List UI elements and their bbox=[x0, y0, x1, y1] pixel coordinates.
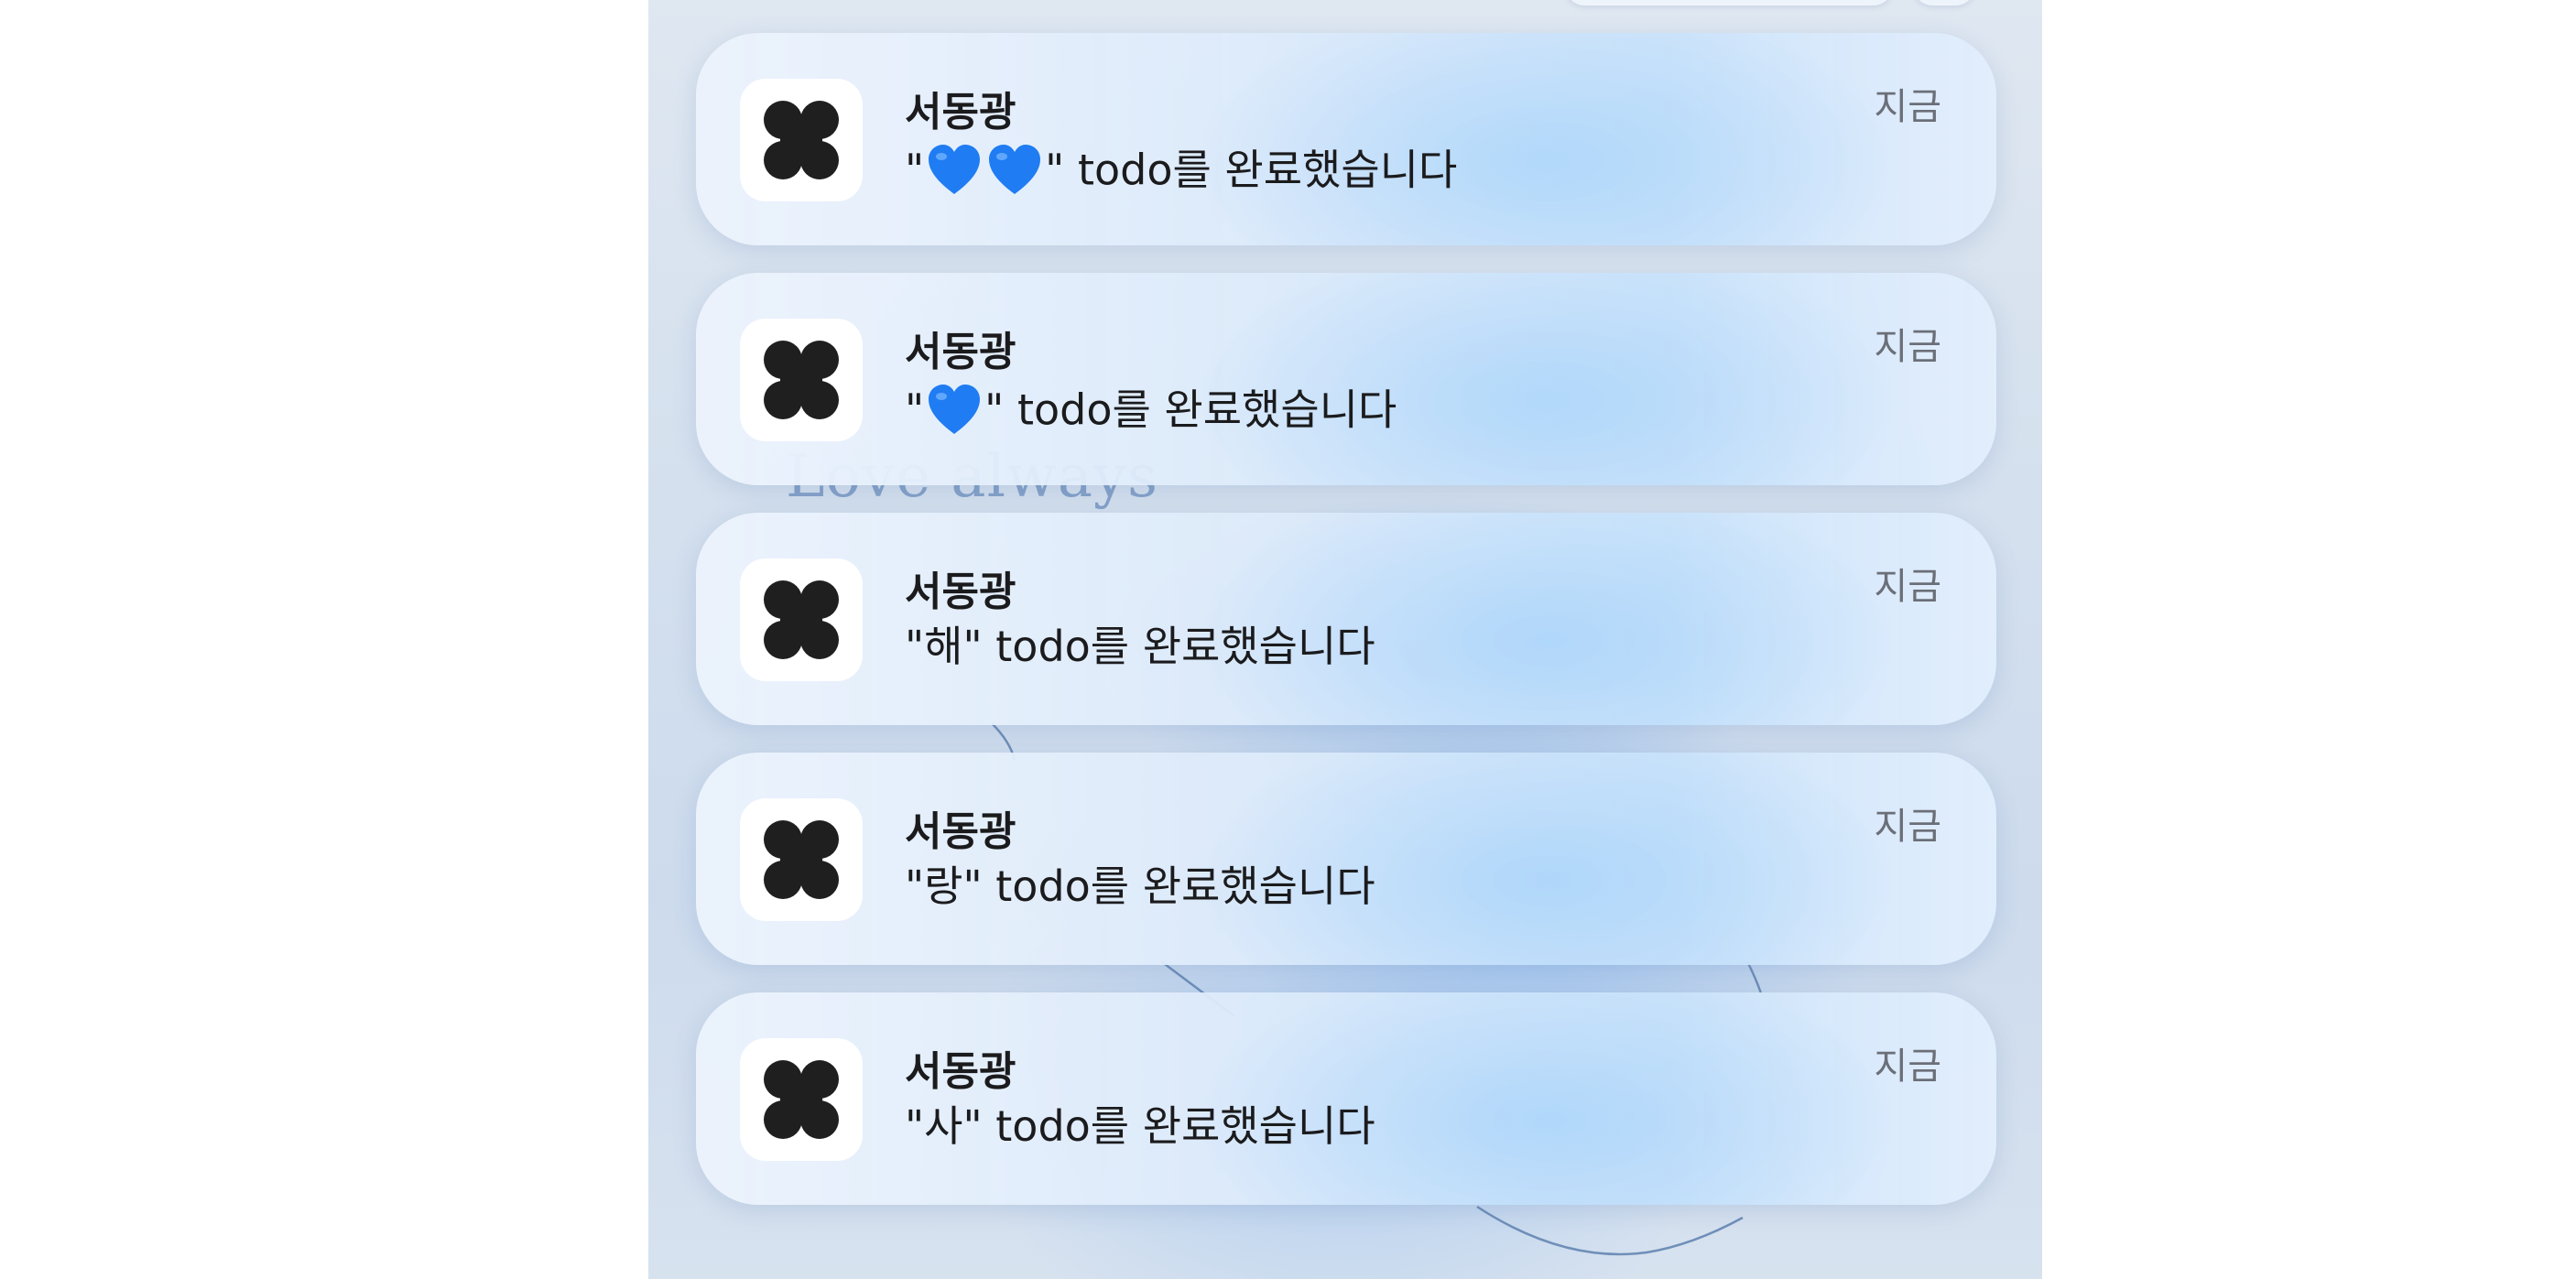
message-text: " todo를 완료했습니다 bbox=[1045, 145, 1458, 195]
clover-icon bbox=[764, 1060, 839, 1139]
clover-icon bbox=[764, 580, 839, 659]
notification-card[interactable]: 서동광 " " todo를 완료했습니다 지금 bbox=[696, 273, 1996, 485]
notification-time: 지금 bbox=[1874, 566, 1941, 608]
clover-icon bbox=[764, 820, 839, 899]
notification-card[interactable]: 서동광 "해" todo를 완료했습니다 지금 bbox=[696, 513, 1996, 725]
notification-time: 지금 bbox=[1874, 806, 1941, 848]
app-icon bbox=[740, 79, 863, 201]
notification-card[interactable]: 서동광 "랑" todo를 완료했습니다 지금 bbox=[696, 753, 1996, 965]
message-quote-open: " bbox=[905, 385, 925, 435]
app-icon bbox=[740, 798, 863, 921]
notification-time: 지금 bbox=[1874, 86, 1941, 128]
blue-heart-icon bbox=[989, 144, 1041, 194]
notification-sender: 서동광 bbox=[905, 1048, 1016, 1095]
notification-card[interactable]: 서동광 "사" todo를 완료했습니다 지금 bbox=[696, 992, 1996, 1205]
app-icon bbox=[740, 1038, 863, 1161]
notification-time: 지금 bbox=[1874, 1046, 1941, 1088]
notification-sender: 서동광 bbox=[905, 89, 1016, 135]
notification-sender: 서동광 bbox=[905, 569, 1016, 615]
notification-sender: 서동광 bbox=[905, 808, 1016, 855]
notification-sender: 서동광 bbox=[905, 329, 1016, 375]
notification-message: " " todo를 완료했습니다 bbox=[905, 139, 1458, 195]
notification-message: " " todo를 완료했습니다 bbox=[905, 379, 1397, 435]
notification-message: "랑" todo를 완료했습니다 bbox=[905, 862, 1375, 911]
blue-heart-icon bbox=[929, 384, 981, 434]
notification-time: 지금 bbox=[1874, 326, 1941, 368]
notification-message: "사" todo를 완료했습니다 bbox=[905, 1101, 1375, 1151]
blue-heart-icon bbox=[929, 144, 981, 194]
notification-card[interactable]: 서동광 " " todo를 완료했습니다 지금 bbox=[696, 33, 1996, 245]
message-quote-open: " bbox=[905, 145, 925, 195]
notification-message: "해" todo를 완료했습니다 bbox=[905, 622, 1375, 671]
lock-screen: Love always 서동광 "" todo를 완료했습니다 지금 bbox=[648, 0, 2042, 1279]
app-icon bbox=[740, 558, 863, 681]
notification-remnant bbox=[1564, 0, 1894, 5]
app-icon bbox=[740, 319, 863, 441]
clover-icon bbox=[764, 341, 839, 419]
clover-icon bbox=[764, 101, 839, 179]
message-text: " todo를 완료했습니다 bbox=[984, 385, 1397, 435]
